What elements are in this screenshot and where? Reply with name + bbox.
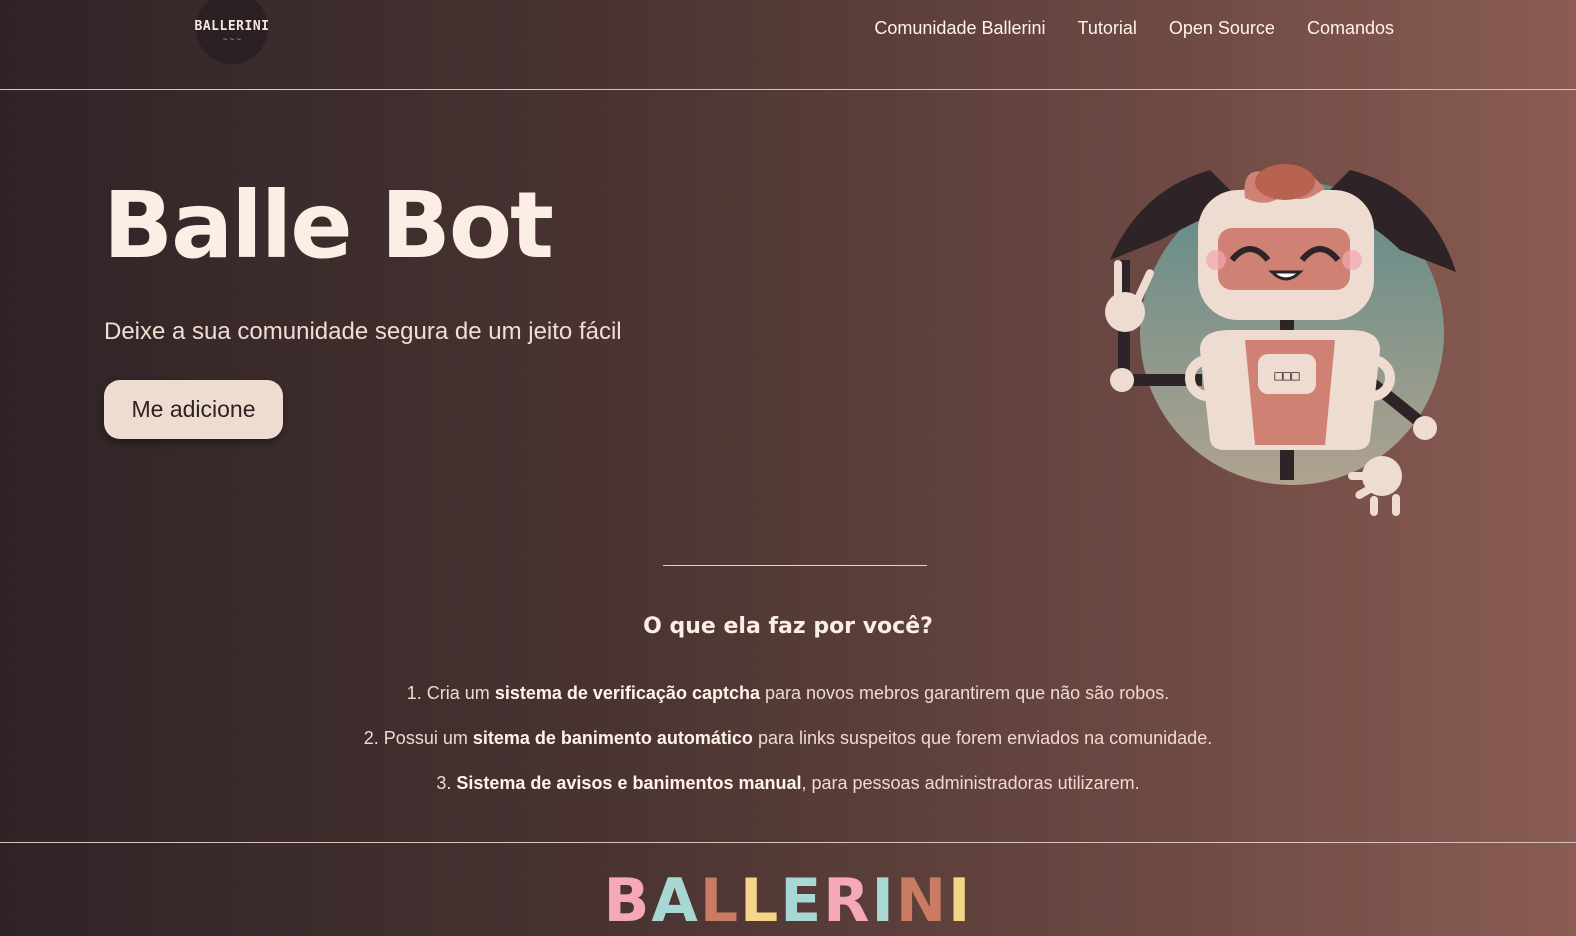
- feature-pre: Possui um: [383, 728, 468, 748]
- top-navbar: BALLERINI ~ ~ ~ Comunidade Ballerini Tut…: [0, 0, 1576, 90]
- nav-tutorial[interactable]: Tutorial: [1078, 18, 1137, 39]
- logo-text: BALLERINI: [194, 18, 270, 34]
- hero-title: Balle Bot: [103, 172, 554, 279]
- feature-number: 3.: [436, 773, 452, 793]
- logo-squiggle-icon: ~ ~ ~: [222, 34, 242, 44]
- feature-post: , para pessoas administradoras utilizare…: [801, 773, 1140, 793]
- footer-logo-letter: L: [699, 866, 741, 936]
- footer-logo-letter: R: [823, 866, 872, 936]
- footer-logo-letter: I: [871, 866, 896, 936]
- footer-logo-letter: L: [740, 866, 781, 936]
- feature-highlight: Sistema de avisos e banimentos manual: [456, 773, 802, 793]
- feature-post: para novos mebros garantirem que não são…: [764, 683, 1170, 703]
- feature-item: 2. Possui um sitema de banimento automát…: [0, 725, 1576, 770]
- feature-number: 1.: [406, 683, 422, 703]
- feature-item: 3. Sistema de avisos e banimentos manual…: [0, 770, 1576, 815]
- feature-highlight: sitema de banimento automático: [472, 728, 753, 748]
- hero-subtitle: Deixe a sua comunidade segura de um jeit…: [104, 318, 622, 345]
- feature-item: 1. Cria um sistema de verificação captch…: [0, 680, 1576, 725]
- feature-highlight: sistema de verificação captcha: [494, 683, 760, 703]
- features-title: O que ela faz por você?: [643, 614, 933, 639]
- feature-pre: Cria um: [426, 683, 490, 703]
- nav-comandos[interactable]: Comandos: [1307, 18, 1394, 39]
- footer-logo-letter: N: [895, 866, 949, 936]
- footer-logo-letter: E: [780, 866, 824, 936]
- footer-logo-letter: B: [603, 866, 652, 936]
- footer-divider: [0, 842, 1576, 843]
- feature-number: 2.: [363, 728, 379, 748]
- features-list: 1. Cria um sistema de verificação captch…: [0, 680, 1576, 815]
- footer-logo-letter: A: [651, 866, 700, 936]
- ballerini-logo[interactable]: BALLERINI ~ ~ ~: [194, 0, 270, 64]
- robot-screen-text: □□□: [1274, 368, 1300, 384]
- footer-logo: BALLERINI: [0, 866, 1576, 936]
- main-nav: Comunidade Ballerini Tutorial Open Sourc…: [874, 18, 1394, 39]
- add-bot-button[interactable]: Me adicione: [104, 380, 283, 439]
- robot-illustration: □□□: [1105, 164, 1456, 516]
- footer-logo-letter: I: [948, 866, 973, 936]
- section-divider: [663, 565, 927, 566]
- nav-comunidade-ballerini[interactable]: Comunidade Ballerini: [874, 18, 1045, 39]
- feature-post: para links suspeitos que forem enviados …: [757, 728, 1213, 748]
- nav-open-source[interactable]: Open Source: [1169, 18, 1275, 39]
